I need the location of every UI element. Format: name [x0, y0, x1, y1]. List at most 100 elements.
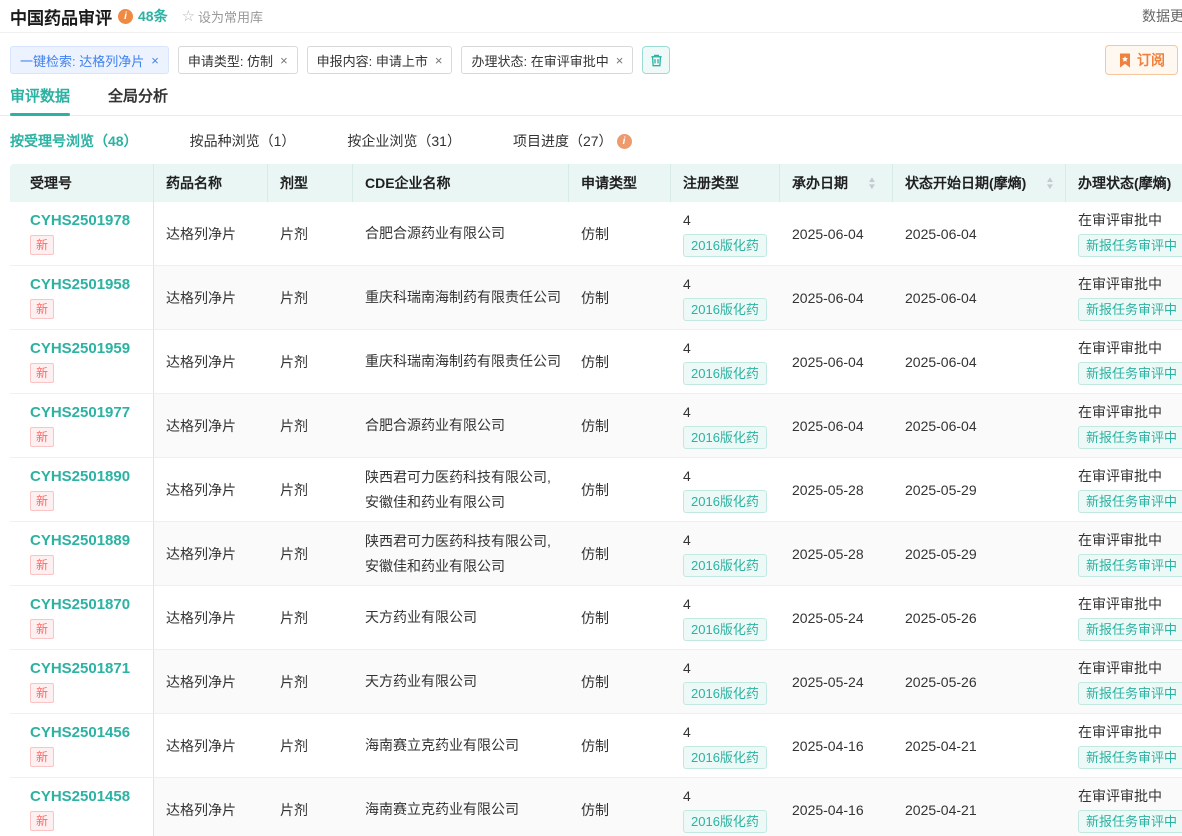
handling-status-text: 在审评审批中 [1078, 275, 1182, 293]
handling-status-cell: 在审评审批中新报任务审评中 [1066, 458, 1182, 522]
status-start-date-cell: 2025-05-26 [893, 586, 1066, 650]
trash-icon [649, 53, 664, 68]
col-acceptance-date: 承办日期 ▲ ▼ [780, 164, 893, 202]
sort-control[interactable]: ▲ ▼ [1046, 176, 1054, 190]
table-row: CYHS2501958新达格列净片片剂重庆科瑞南海制药有限责任公司仿制42016… [10, 266, 1182, 330]
filter-row: 一键检索: 达格列净片 × 申请类型: 仿制 × 申报内容: 申请上市 × 办理… [0, 33, 1182, 85]
apply-type-cell: 仿制 [569, 714, 671, 778]
registration-type-cell: 42016版化药 [671, 522, 780, 586]
sort-control[interactable]: ▲ ▼ [868, 176, 876, 190]
drug-name-cell: 达格列净片 [154, 778, 268, 836]
acceptance-number-link[interactable]: CYHS2501890 [30, 468, 130, 485]
drug-name-cell: 达格列净片 [154, 650, 268, 714]
status-start-date-cell: 2025-05-29 [893, 458, 1066, 522]
new-badge: 新 [30, 747, 54, 767]
new-badge: 新 [30, 363, 54, 383]
registration-type-value: 4 [683, 659, 780, 677]
apply-type-cell: 仿制 [569, 522, 671, 586]
registration-type-badge: 2016版化药 [683, 810, 767, 833]
close-icon[interactable]: × [435, 53, 443, 68]
handling-status-cell: 在审评审批中新报任务审评中 [1066, 202, 1182, 266]
new-badge: 新 [30, 235, 54, 255]
tab-global-analysis[interactable]: 全局分析 [108, 85, 168, 115]
table-row: CYHS2501458新达格列净片片剂海南赛立克药业有限公司仿制42016版化药… [10, 778, 1182, 836]
drug-name-cell: 达格列净片 [154, 202, 268, 266]
close-icon[interactable]: × [280, 53, 288, 68]
acceptance-number-link[interactable]: CYHS2501871 [30, 660, 130, 677]
apply-type-cell: 仿制 [569, 266, 671, 330]
subtab-by-company[interactable]: 按企业浏览（31） [347, 131, 461, 151]
main-tabs: 审评数据 全局分析 [0, 85, 1182, 116]
subtab-project-progress[interactable]: 项目进度（27） i [513, 131, 632, 151]
company-cell: 陕西君可力医药科技有限公司,安徽佳和药业有限公司 [353, 458, 569, 522]
filter-tag-keyword[interactable]: 一键检索: 达格列净片 × [10, 46, 169, 74]
dosage-form-cell: 片剂 [268, 458, 353, 522]
table-body: CYHS2501978新达格列净片片剂合肥合源药业有限公司仿制42016版化药2… [10, 202, 1182, 836]
acceptance-number-link[interactable]: CYHS2501889 [30, 532, 130, 549]
acceptance-number-link[interactable]: CYHS2501977 [30, 404, 130, 421]
registration-type-badge: 2016版化药 [683, 298, 767, 321]
dosage-form-cell: 片剂 [268, 778, 353, 836]
registration-type-value: 4 [683, 467, 780, 485]
acceptance-date-cell: 2025-06-04 [780, 266, 893, 330]
acceptance-number-link[interactable]: CYHS2501958 [30, 276, 130, 293]
filter-tag-content[interactable]: 申报内容: 申请上市 × [307, 46, 453, 74]
registration-type-value: 4 [683, 595, 780, 613]
subtab-by-variety[interactable]: 按品种浏览（1） [190, 131, 296, 151]
filter-tag-list: 一键检索: 达格列净片 × 申请类型: 仿制 × 申报内容: 申请上市 × 办理… [10, 46, 670, 74]
acceptance-number-link[interactable]: CYHS2501978 [30, 212, 130, 229]
review-table: 受理号 药品名称 剂型 CDE企业名称 申请类型 注册类型 承办日期 ▲ ▼ 状… [10, 164, 1182, 836]
handling-status-badge: 新报任务审评中 [1078, 234, 1182, 257]
close-icon[interactable]: × [151, 53, 159, 68]
dosage-form-cell: 片剂 [268, 522, 353, 586]
registration-type-badge: 2016版化药 [683, 426, 767, 449]
filter-tag-status[interactable]: 办理状态: 在审评审批中 × [461, 46, 633, 74]
handling-status-text: 在审评审批中 [1078, 467, 1182, 485]
handling-status-text: 在审评审批中 [1078, 595, 1182, 613]
acceptance-number-link[interactable]: CYHS2501456 [30, 724, 130, 741]
table-row: CYHS2501456新达格列净片片剂海南赛立克药业有限公司仿制42016版化药… [10, 714, 1182, 778]
acceptance-number-cell: CYHS2501871 新 [10, 650, 154, 714]
subscribe-button[interactable]: 订阅 [1105, 45, 1178, 75]
subtab-by-acceptance-number[interactable]: 按受理号浏览（48） [10, 131, 138, 151]
acceptance-number-cell: CYHS2501889新 [10, 522, 154, 586]
handling-status-cell: 在审评审批中新报任务审评中 [1066, 266, 1182, 330]
acceptance-date-cell: 2025-05-28 [780, 522, 893, 586]
clear-filters-button[interactable] [642, 46, 670, 74]
drug-name-cell: 达格列净片 [154, 266, 268, 330]
new-badge: 新 [30, 619, 54, 639]
new-badge: 新 [30, 491, 54, 511]
handling-status-cell: 在审评审批中新报任务审评中 [1066, 714, 1182, 778]
acceptance-number-cell: CYHS2501870 新 [10, 586, 154, 650]
registration-type-value: 4 [683, 787, 780, 805]
filter-tag-apply-type[interactable]: 申请类型: 仿制 × [178, 46, 298, 74]
col-handling-status: 办理状态(摩熵) [1066, 164, 1182, 202]
handling-status-text: 在审评审批中 [1078, 787, 1182, 805]
company-cell: 合肥合源药业有限公司 [353, 202, 569, 266]
handling-status-cell: 在审评审批中新报任务审评中 [1066, 522, 1182, 586]
acceptance-number-link[interactable]: CYHS2501458 [30, 788, 130, 805]
handling-status-text: 在审评审批中 [1078, 723, 1182, 741]
acceptance-date-cell: 2025-06-04 [780, 202, 893, 266]
acceptance-number-cell: CYHS2501959 新 [10, 330, 154, 394]
new-badge: 新 [30, 683, 54, 703]
registration-type-value: 4 [683, 723, 780, 741]
handling-status-cell: 在审评审批中新报任务审评中 [1066, 650, 1182, 714]
registration-type-badge: 2016版化药 [683, 618, 767, 641]
sub-tabs: 按受理号浏览（48） 按品种浏览（1） 按企业浏览（31） 项目进度（27） i [0, 116, 1182, 164]
handling-status-badge: 新报任务审评中 [1078, 554, 1182, 577]
close-icon[interactable]: × [616, 53, 624, 68]
registration-type-cell: 42016版化药 [671, 458, 780, 522]
handling-status-cell: 在审评审批中新报任务审评中 [1066, 394, 1182, 458]
tab-review-data[interactable]: 审评数据 [10, 85, 70, 115]
sort-down-icon: ▼ [867, 183, 877, 190]
acceptance-number-link[interactable]: CYHS2501870 [30, 596, 130, 613]
status-start-date-cell: 2025-06-04 [893, 266, 1066, 330]
set-favorite-button[interactable]: ☆ 设为常用库 [182, 7, 263, 26]
col-registration-type: 注册类型 [671, 164, 780, 202]
acceptance-number-cell: CYHS2501958新 [10, 266, 154, 330]
acceptance-number-link[interactable]: CYHS2501959 [30, 340, 130, 357]
table-row: CYHS2501870新达格列净片片剂天方药业有限公司仿制42016版化药202… [10, 586, 1182, 650]
acceptance-date-cell: 2025-05-28 [780, 458, 893, 522]
status-start-date-cell: 2025-04-21 [893, 778, 1066, 836]
